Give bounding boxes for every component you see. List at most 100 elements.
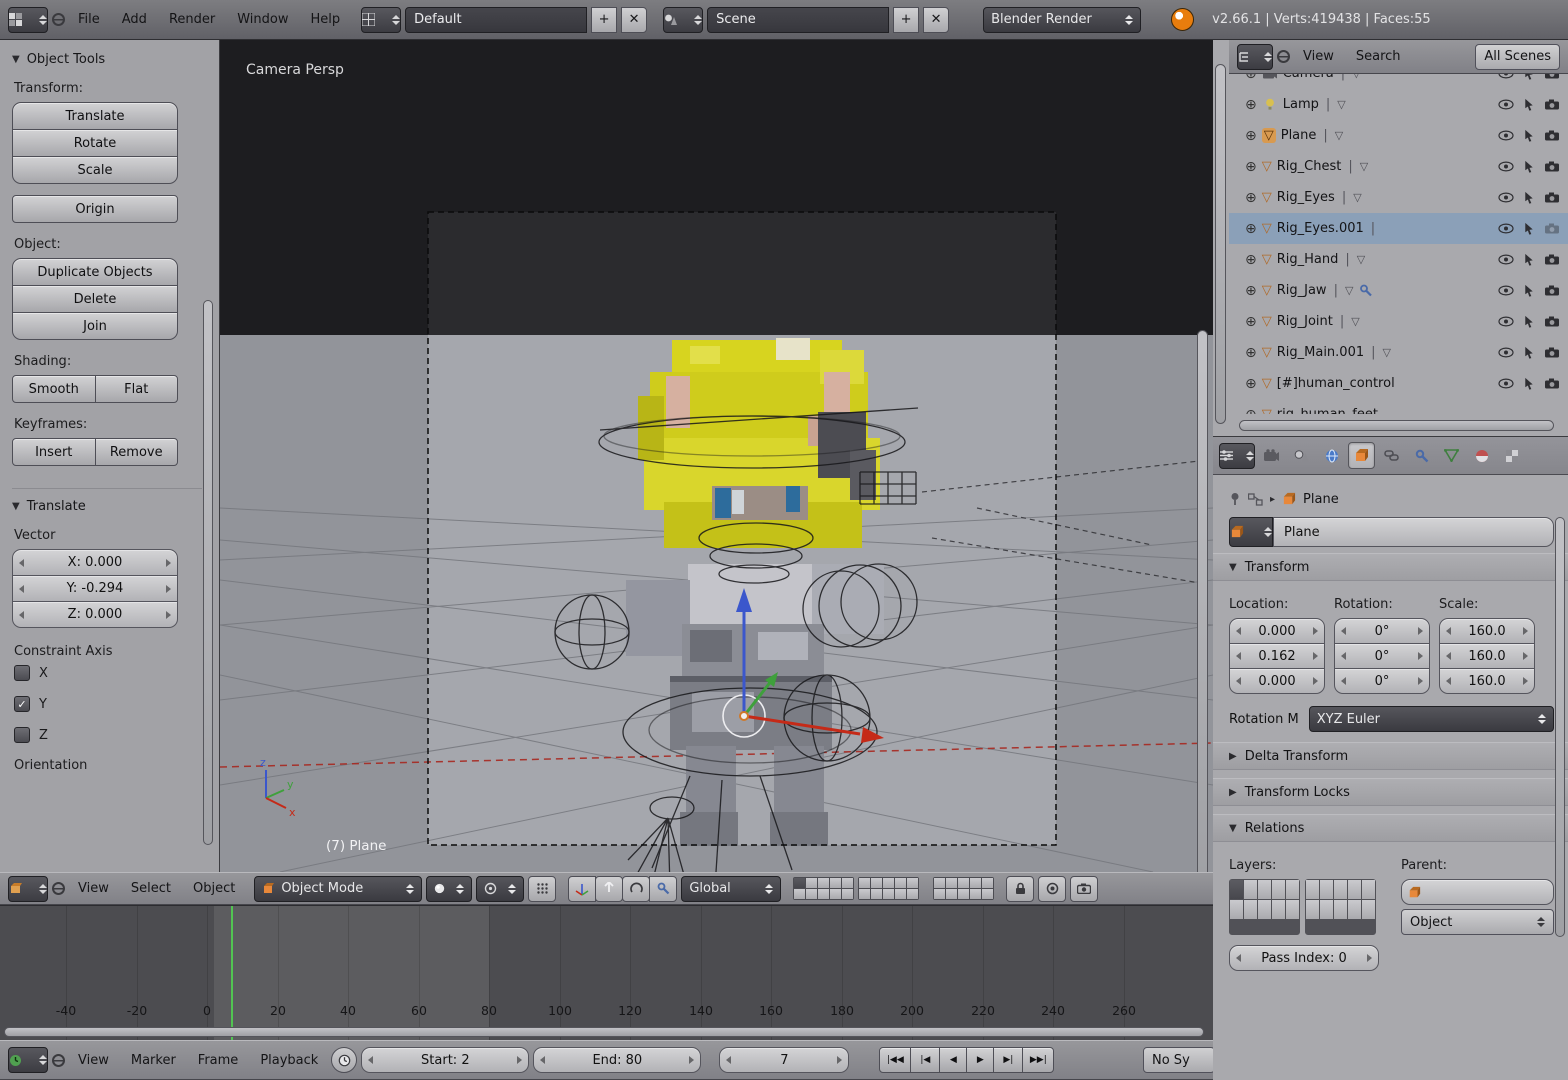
outliner-row-camera[interactable]: ⊕ Camera | ▽ — [1229, 74, 1568, 89]
visibility-eye-icon[interactable] — [1498, 253, 1514, 266]
translate-operator-panel-header[interactable]: ▼ Translate — [12, 488, 202, 514]
pivot-point-select[interactable] — [476, 875, 525, 902]
menu-view[interactable]: View — [69, 1053, 118, 1068]
visibility-eye-icon[interactable] — [1498, 284, 1514, 297]
outliner-row-rig-jaw[interactable]: ⊕ ▽ Rig_Jaw | ▽ — [1229, 275, 1568, 306]
transform-panel-header[interactable]: ▼ Transform — [1213, 553, 1568, 581]
join-button[interactable]: Join — [12, 312, 178, 340]
jump-to-start-button[interactable]: |◀◀ — [879, 1047, 912, 1073]
expand-icon[interactable]: ⊕ — [1245, 221, 1257, 237]
menu-add[interactable]: Add — [113, 12, 156, 27]
rotation-y-field[interactable]: 0° — [1334, 643, 1430, 669]
delta-transform-panel-header[interactable]: ▶ Delta Transform — [1213, 742, 1568, 770]
current-frame-marker[interactable] — [231, 906, 233, 1040]
vector-x-field[interactable]: X: 0.000 — [12, 549, 178, 576]
layers-grid-left[interactable] — [793, 877, 855, 900]
visibility-eye-icon[interactable] — [1498, 377, 1514, 390]
renderability-camera-icon[interactable] — [1544, 98, 1560, 111]
render-preview-button[interactable] — [1038, 875, 1067, 902]
next-keyframe-button[interactable]: ▶| — [993, 1047, 1024, 1073]
selectability-cursor-icon[interactable] — [1521, 377, 1537, 390]
outliner-row-rig-eyes-001[interactable]: ⊕ ▽ Rig_Eyes.001 | — [1229, 213, 1568, 244]
add-layout-button[interactable]: + — [591, 6, 618, 33]
jump-to-end-button[interactable]: ▶▶| — [1022, 1047, 1055, 1073]
editor-type-button[interactable] — [8, 875, 48, 902]
time-toggle-button[interactable] — [331, 1047, 358, 1073]
visibility-eye-icon[interactable] — [1498, 129, 1514, 142]
location-y-field[interactable]: 0.162 — [1229, 643, 1325, 669]
menu-select[interactable]: Select — [122, 881, 180, 896]
duplicate-objects-button[interactable]: Duplicate Objects — [12, 258, 178, 286]
visibility-eye-icon[interactable] — [1498, 98, 1514, 111]
renderability-camera-icon[interactable] — [1544, 74, 1560, 80]
expand-icon[interactable]: ⊕ — [1245, 345, 1257, 361]
outliner-horizontal-scrollbar[interactable] — [1239, 420, 1554, 431]
viewport-shading-select[interactable] — [426, 875, 473, 902]
pass-index-field[interactable]: Pass Index: 0 — [1229, 945, 1379, 971]
header-menu-toggle-icon[interactable] — [1277, 50, 1290, 63]
selectability-cursor-icon[interactable] — [1521, 160, 1537, 173]
menu-frame[interactable]: Frame — [189, 1053, 248, 1068]
tab-constraints[interactable] — [1378, 442, 1405, 469]
selectability-cursor-icon[interactable] — [1521, 129, 1537, 142]
properties-scrollbar[interactable] — [1555, 517, 1565, 937]
visibility-eye-icon[interactable] — [1498, 74, 1514, 80]
editor-type-button[interactable] — [1237, 43, 1273, 70]
flat-button[interactable]: Flat — [94, 375, 178, 403]
manipulator-scale-button[interactable] — [649, 875, 678, 902]
vector-y-field[interactable]: Y: -0.294 — [12, 575, 178, 602]
transform-locks-panel-header[interactable]: ▶ Transform Locks — [1213, 778, 1568, 806]
renderability-camera-icon[interactable] — [1544, 377, 1560, 390]
renderability-camera-icon[interactable] — [1544, 284, 1560, 297]
renderability-camera-icon[interactable] — [1544, 346, 1560, 359]
timeline-horizontal-scrollbar[interactable] — [4, 1027, 1204, 1037]
outliner-row-rig-joint[interactable]: ⊕ ▽ Rig_Joint | ▽ — [1229, 306, 1568, 337]
insert-keyframe-button[interactable]: Insert — [12, 438, 96, 466]
renderability-camera-icon[interactable] — [1544, 160, 1560, 173]
header-menu-toggle-icon[interactable] — [52, 882, 65, 895]
render-engine-select[interactable]: Blender Render — [983, 6, 1142, 33]
render-opengl-button[interactable] — [1070, 875, 1099, 902]
tab-world[interactable] — [1318, 442, 1345, 469]
play-button[interactable]: ▶ — [966, 1047, 995, 1073]
object-id-browse-button[interactable] — [1229, 517, 1273, 547]
renderability-camera-icon[interactable] — [1544, 315, 1560, 328]
rotation-x-field[interactable]: 0° — [1334, 618, 1430, 644]
outliner-row-lamp[interactable]: ⊕ Lamp | ▽ — [1229, 89, 1568, 120]
origin-button[interactable]: Origin — [12, 195, 178, 223]
remove-keyframe-button[interactable]: Remove — [94, 438, 178, 466]
selectability-cursor-icon[interactable] — [1521, 284, 1537, 297]
selectability-cursor-icon[interactable] — [1521, 253, 1537, 266]
pin-icon[interactable] — [1229, 492, 1241, 506]
menu-playback[interactable]: Playback — [251, 1053, 327, 1068]
renderability-camera-icon[interactable] — [1544, 222, 1560, 235]
menu-view[interactable]: View — [69, 881, 118, 896]
expand-icon[interactable]: ⊕ — [1245, 159, 1257, 175]
constraint-z-checkbox[interactable]: Z — [14, 727, 219, 743]
scale-x-field[interactable]: 160.0 — [1439, 618, 1535, 644]
scale-z-field[interactable]: 160.0 — [1439, 668, 1535, 694]
rotation-mode-select[interactable]: XYZ Euler — [1308, 706, 1554, 732]
snap-toggle-button[interactable] — [528, 875, 557, 902]
outliner-row-human-control[interactable]: ⊕ ▽ [#]human_control — [1229, 368, 1568, 399]
audio-sync-select[interactable]: No Sy — [1143, 1047, 1215, 1073]
smooth-button[interactable]: Smooth — [12, 375, 96, 403]
object-name-field[interactable]: Plane — [1273, 517, 1554, 547]
menu-view[interactable]: View — [1294, 49, 1343, 64]
menu-file[interactable]: File — [69, 12, 109, 27]
expand-icon[interactable]: ⊕ — [1245, 74, 1257, 82]
outliner-row-plane[interactable]: ⊕ ▽ Plane | ▽ — [1229, 120, 1568, 151]
menu-render[interactable]: Render — [160, 12, 224, 27]
visibility-eye-icon[interactable] — [1498, 191, 1514, 204]
tab-object-data[interactable] — [1438, 442, 1465, 469]
outliner-vertical-scrollbar[interactable] — [1215, 64, 1226, 424]
selectability-cursor-icon[interactable] — [1521, 346, 1537, 359]
outliner-row-rig-human-feet[interactable]: ⊕ ▽ rig_human_feet — [1229, 399, 1568, 415]
scale-y-field[interactable]: 160.0 — [1439, 643, 1535, 669]
timeline-editor[interactable]: -40 -20 0 20 40 60 80 100 120 140 160 18… — [0, 905, 1213, 1040]
menu-marker[interactable]: Marker — [122, 1053, 185, 1068]
relations-panel-header[interactable]: ▼ Relations — [1213, 814, 1568, 842]
node-icon[interactable] — [1248, 492, 1263, 506]
play-reverse-button[interactable]: ◀ — [939, 1047, 968, 1073]
rotation-z-field[interactable]: 0° — [1334, 668, 1430, 694]
